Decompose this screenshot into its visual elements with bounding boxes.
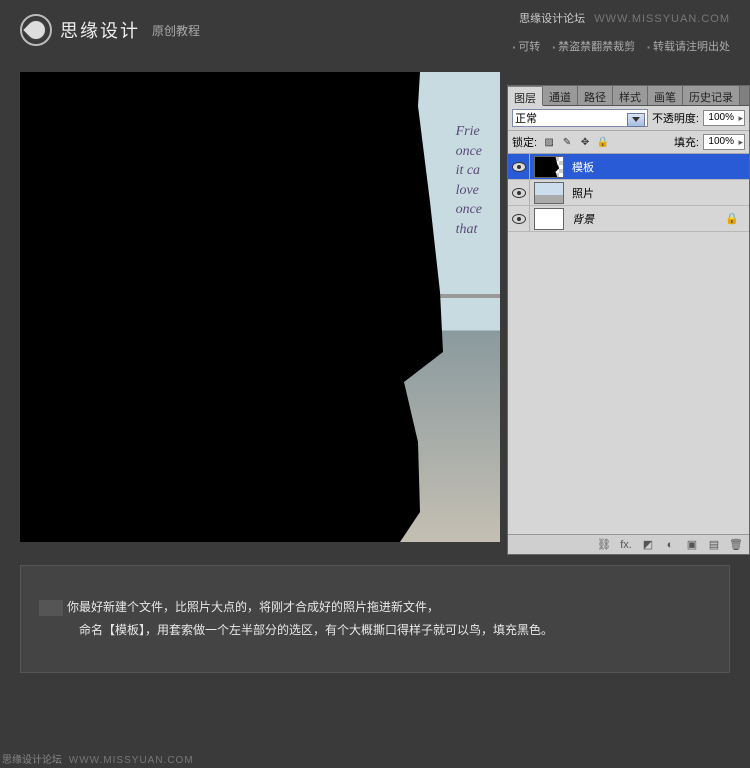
panel-tabs: 图层 通道 路径 样式 画笔 历史记录 — [508, 86, 749, 106]
lock-icon: 🔒 — [725, 212, 739, 225]
lock-position-icon[interactable]: ✥ — [577, 134, 593, 150]
footer-title: 思缘设计论坛 — [2, 755, 62, 766]
layer-list: 模板 照片 背景 🔒 — [508, 154, 749, 534]
adjustment-layer-icon[interactable]: ◐ — [663, 538, 677, 552]
tab-brushes[interactable]: 画笔 — [648, 86, 683, 105]
layer-mask-icon[interactable]: ◩ — [641, 538, 655, 552]
rule-item: 可转 — [512, 38, 540, 54]
layer-group-icon[interactable]: ▣ — [685, 538, 699, 552]
blend-mode-value: 正常 — [515, 113, 537, 125]
caption-highlight — [39, 600, 63, 616]
layer-row-template[interactable]: 模板 — [508, 154, 749, 180]
lock-all-icon[interactable]: 🔒 — [595, 134, 611, 150]
lock-icons: ▨ ✎ ✥ 🔒 — [541, 134, 611, 150]
layer-thumbnail[interactable] — [534, 156, 564, 178]
logo: 思缘设计 原创教程 — [20, 14, 200, 46]
rule-item: 禁盗禁翻禁裁剪 — [552, 38, 635, 54]
blend-opacity-row: 正常 不透明度: 100% — [508, 106, 749, 131]
new-layer-icon[interactable]: ▤ — [707, 538, 721, 552]
visibility-toggle[interactable] — [508, 154, 530, 179]
logo-icon — [20, 14, 52, 46]
watermark-top: 思缘设计论坛 WWW.MISSYUAN.COM — [519, 10, 730, 26]
template-black-shape — [20, 72, 500, 542]
visibility-toggle[interactable] — [508, 206, 530, 231]
tab-history[interactable]: 历史记录 — [683, 86, 740, 105]
tab-styles[interactable]: 样式 — [613, 86, 648, 105]
caption-line-1: 你最好新建个文件，比照片大点的，将刚才合成好的照片拖进新文件， — [39, 596, 711, 619]
delete-layer-icon[interactable]: 🗑 — [729, 538, 743, 552]
link-layers-icon[interactable]: ⛓ — [597, 538, 611, 552]
lock-paint-icon[interactable]: ✎ — [559, 134, 575, 150]
layer-effects-icon[interactable]: fx. — [619, 538, 633, 552]
layer-row-background[interactable]: 背景 🔒 — [508, 206, 749, 232]
chevron-down-icon — [632, 117, 640, 122]
lock-label: 锁定: — [512, 134, 537, 150]
header-rules: 可转 禁盗禁翻禁裁剪 转载请注明出处 — [512, 38, 730, 54]
rule-item: 转载请注明出处 — [647, 38, 730, 54]
blend-mode-select[interactable]: 正常 — [512, 109, 648, 127]
opacity-input[interactable]: 100% — [703, 110, 745, 126]
tutorial-caption: 你最好新建个文件，比照片大点的，将刚才合成好的照片拖进新文件， 命名【模板】，用… — [20, 565, 730, 673]
layers-panel: 图层 通道 路径 样式 画笔 历史记录 正常 不透明度: 100% 锁定: ▨ … — [507, 85, 750, 555]
lock-fill-row: 锁定: ▨ ✎ ✥ 🔒 填充: 100% — [508, 131, 749, 154]
eye-icon — [512, 162, 526, 172]
panel-footer: ⛓ fx. ◩ ◐ ▣ ▤ 🗑 — [508, 534, 749, 554]
eye-icon — [512, 214, 526, 224]
logo-subtitle: 原创教程 — [152, 22, 200, 39]
watermark-url: WWW.MISSYUAN.COM — [594, 13, 730, 25]
visibility-toggle[interactable] — [508, 180, 530, 205]
tab-layers[interactable]: 图层 — [508, 87, 543, 106]
fill-input[interactable]: 100% — [703, 134, 745, 150]
layer-name[interactable]: 模板 — [568, 159, 749, 175]
layer-name[interactable]: 照片 — [568, 185, 749, 201]
logo-text: 思缘设计 — [60, 17, 140, 43]
lock-transparency-icon[interactable]: ▨ — [541, 134, 557, 150]
canvas[interactable]: Frie once it ca love once that — [20, 72, 500, 542]
footer-url: WWW.MISSYUAN.COM — [69, 755, 194, 766]
tab-paths[interactable]: 路径 — [578, 86, 613, 105]
layer-name[interactable]: 背景 — [568, 211, 725, 227]
layer-row-photo[interactable]: 照片 — [508, 180, 749, 206]
page-header: 思缘设计 原创教程 思缘设计论坛 WWW.MISSYUAN.COM 可转 禁盗禁… — [0, 0, 750, 60]
layer-thumbnail[interactable] — [534, 182, 564, 204]
tab-channels[interactable]: 通道 — [543, 86, 578, 105]
fill-label: 填充: — [674, 134, 699, 150]
eye-icon — [512, 188, 526, 198]
layer-thumbnail[interactable] — [534, 208, 564, 230]
opacity-label: 不透明度: — [652, 110, 699, 126]
watermark-bottom: 思缘设计论坛 WWW.MISSYUAN.COM — [2, 751, 194, 766]
caption-line-2: 命名【模板】，用套索做一个左半部分的选区，有个大概撕口得样子就可以鸟，填充黑色。 — [39, 619, 711, 642]
watermark-title: 思缘设计论坛 — [519, 13, 585, 25]
